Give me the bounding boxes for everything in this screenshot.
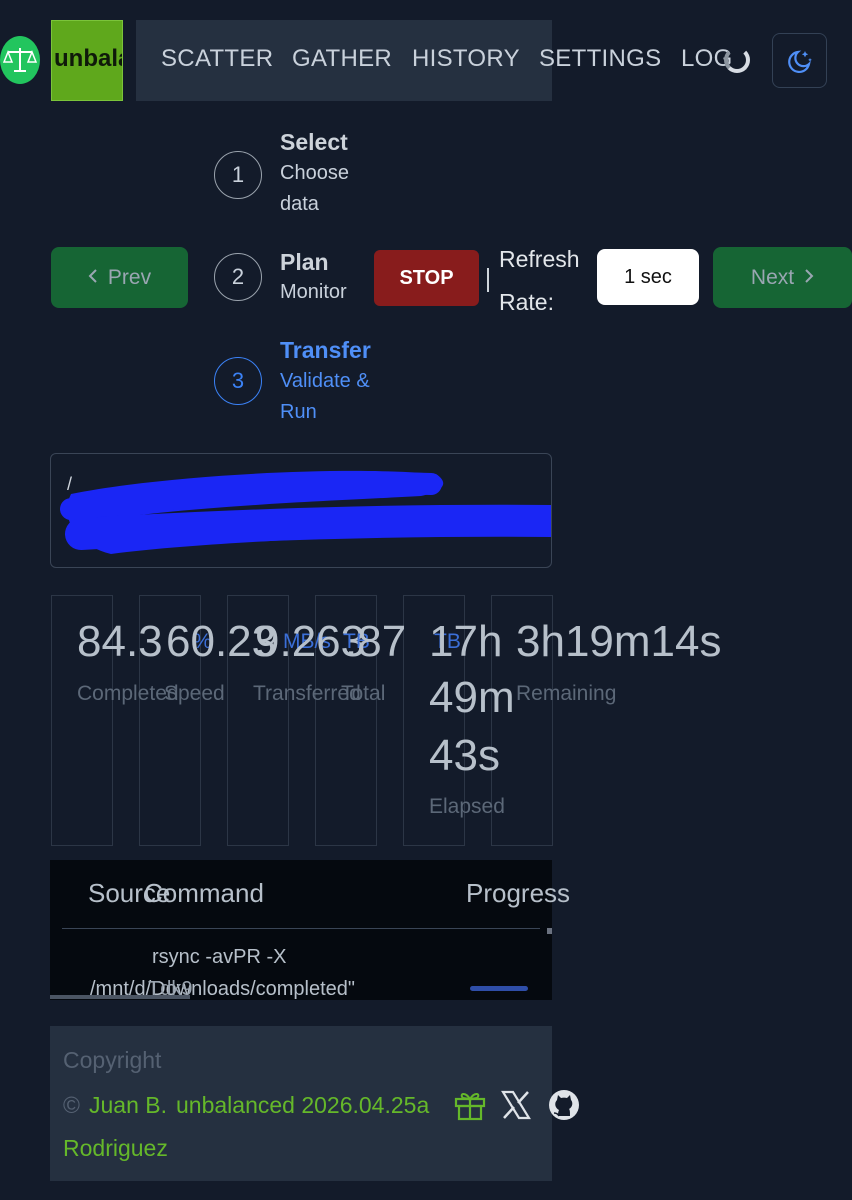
column-header-progress[interactable]: Progress bbox=[466, 878, 570, 909]
elapsed-value-hours: 17h bbox=[429, 617, 503, 666]
step-2-circle: 2 bbox=[214, 253, 262, 301]
progress-bar bbox=[470, 986, 528, 991]
nav-gather[interactable]: GATHER bbox=[292, 45, 392, 73]
completed-value: 84.3 bbox=[77, 617, 163, 666]
step-3-subtitle: Validate & Run bbox=[280, 370, 370, 423]
step-2-title: Plan bbox=[280, 249, 329, 275]
step-1-circle: 1 bbox=[214, 151, 262, 199]
source-cell: Tdk9 bbox=[148, 978, 193, 1000]
elapsed-value-seconds: 43s bbox=[429, 731, 500, 780]
copyright-symbol: © bbox=[63, 1092, 80, 1118]
version-link[interactable]: unbalanced 2026.04.25a bbox=[176, 1092, 429, 1119]
table-header-divider bbox=[62, 928, 540, 929]
next-button[interactable]: Next bbox=[713, 247, 852, 308]
command-line-1: rsync -avPR -X bbox=[152, 946, 287, 968]
redaction-scribble bbox=[60, 470, 551, 554]
nav-settings[interactable]: SETTINGS bbox=[539, 45, 661, 73]
remaining-label: Remaining bbox=[516, 682, 617, 705]
elapsed-value-minutes: 49m bbox=[429, 673, 515, 722]
moon-stars-icon bbox=[787, 49, 812, 73]
gift-icon[interactable] bbox=[453, 1088, 487, 1127]
divider bbox=[487, 268, 489, 292]
scrollbar-thumb[interactable] bbox=[547, 928, 552, 934]
refresh-rate-select[interactable]: 1 sec bbox=[597, 249, 699, 305]
chevron-left-icon bbox=[88, 266, 98, 290]
author-link[interactable]: Juan B. bbox=[89, 1092, 167, 1119]
theme-toggle-button[interactable] bbox=[772, 33, 827, 88]
author-link-line-2[interactable]: Rodriguez bbox=[63, 1135, 168, 1162]
prev-button[interactable]: Prev bbox=[51, 247, 188, 308]
column-header-command[interactable]: Command bbox=[144, 878, 264, 909]
step-3-circle: 3 bbox=[214, 357, 262, 405]
next-label: Next bbox=[750, 265, 795, 289]
loading-spinner-icon bbox=[724, 47, 750, 73]
command-line-2: /mnt/d/Downloads/completed" bbox=[90, 978, 356, 1000]
stop-button[interactable]: STOP bbox=[374, 250, 479, 306]
chevron-right-icon bbox=[804, 266, 814, 290]
x-social-icon[interactable] bbox=[500, 1089, 532, 1126]
prev-label: Prev bbox=[107, 265, 152, 289]
app-logo[interactable]: unbala bbox=[51, 20, 123, 101]
step-3-title: Transfer bbox=[280, 337, 371, 363]
remaining-value: 3h19m14s bbox=[516, 617, 722, 666]
refresh-rate-label: Refresh Rate: bbox=[499, 246, 580, 315]
total-label: Total bbox=[341, 682, 386, 705]
step-1-title: Select bbox=[280, 129, 348, 155]
logo-text: unbala bbox=[54, 45, 122, 72]
speed-label: Speed bbox=[164, 682, 225, 705]
nav-scatter[interactable]: SCATTER bbox=[161, 45, 273, 73]
operation-path-box: / bbox=[50, 453, 552, 568]
step-1-subtitle: Choose data bbox=[280, 162, 349, 215]
elapsed-label: Elapsed bbox=[429, 795, 505, 818]
copyright-label: Copyright bbox=[63, 1047, 162, 1073]
total-value: .87 bbox=[345, 617, 407, 666]
github-icon[interactable] bbox=[547, 1088, 581, 1127]
author-line-1: Juan B. bbox=[89, 1092, 167, 1118]
nav-history[interactable]: HISTORY bbox=[412, 45, 520, 73]
logo-scale-icon bbox=[0, 36, 40, 84]
